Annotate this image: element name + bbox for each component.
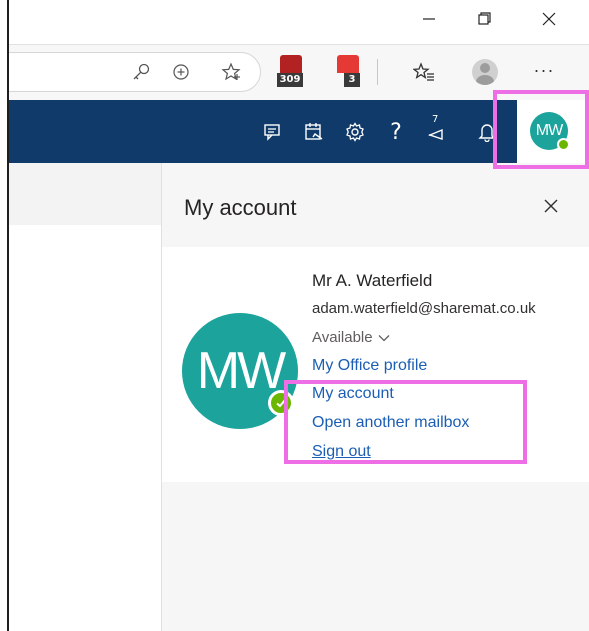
maximize-icon[interactable] — [464, 4, 504, 34]
favorite-star-icon[interactable] — [216, 57, 246, 87]
extension-badge: 3 — [344, 73, 360, 87]
title-bar — [9, 0, 589, 44]
my-account-link[interactable]: My account — [312, 385, 394, 403]
my-account-panel: My account MW Mr A. Waterfield adam.wate… — [162, 163, 589, 631]
chat-icon[interactable] — [258, 117, 288, 147]
notifications-bell-icon[interactable] — [472, 117, 502, 147]
extension-badge: 309 — [277, 73, 303, 87]
office-profile-link[interactable]: My Office profile — [312, 357, 427, 375]
user-email: adam.waterfield@sharemat.co.uk — [312, 300, 536, 317]
mail-list-header — [9, 163, 161, 225]
mail-list-pane — [9, 163, 161, 631]
settings-gear-icon[interactable] — [340, 117, 370, 147]
outlook-header: ? 7 — [9, 100, 589, 163]
favorites-icon[interactable] — [409, 57, 439, 87]
chevron-down-icon — [378, 334, 390, 341]
open-another-mailbox-link[interactable]: Open another mailbox — [312, 414, 469, 432]
presence-available-icon — [268, 390, 294, 416]
presence-status-label: Available — [312, 329, 373, 346]
extension-calendar-icon[interactable]: 309 — [277, 55, 307, 89]
extension-counter-icon[interactable]: 3 — [334, 55, 364, 89]
browser-toolbar: 309 3 ··· — [9, 44, 589, 100]
presence-status-dropdown[interactable]: Available — [312, 329, 390, 346]
key-icon[interactable] — [126, 57, 156, 87]
toolbar-divider — [377, 59, 378, 85]
account-card: MW Mr A. Waterfield adam.waterfield@shar… — [162, 247, 589, 482]
help-icon[interactable]: ? — [381, 117, 411, 147]
my-day-icon[interactable] — [299, 117, 329, 147]
minimize-icon[interactable] — [409, 4, 449, 34]
sign-out-link[interactable]: Sign out — [312, 443, 371, 461]
zoom-in-icon[interactable] — [166, 57, 196, 87]
announcement-count: 7 — [432, 114, 439, 125]
header-account-button[interactable]: MW — [517, 100, 589, 163]
profile-avatar-icon[interactable] — [472, 59, 498, 85]
close-panel-icon[interactable] — [536, 191, 566, 221]
close-window-icon[interactable] — [529, 4, 569, 34]
browser-window: 309 3 ··· ? 7 MW My account MW Mr A. Wat… — [7, 0, 589, 631]
panel-title: My account — [184, 195, 297, 220]
presence-available-icon — [557, 138, 570, 151]
more-options-icon[interactable]: ··· — [529, 57, 559, 87]
user-name: Mr A. Waterfield — [312, 271, 433, 290]
